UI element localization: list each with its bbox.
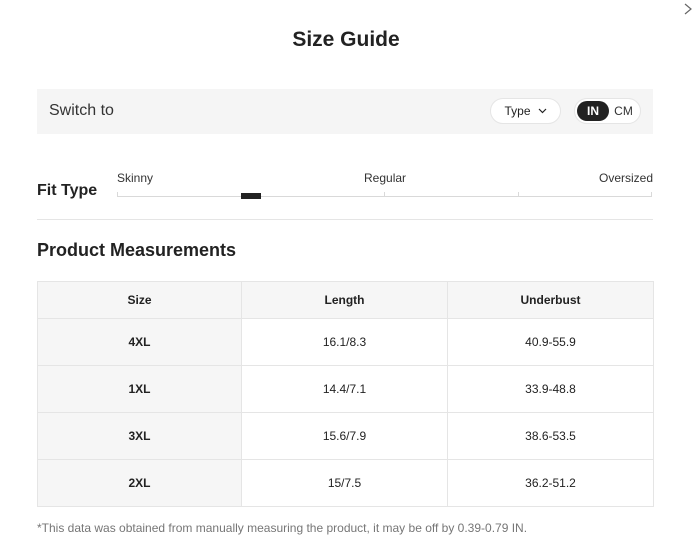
length-cell: 14.4/7.1 [241, 365, 448, 413]
length-cell: 15/7.5 [241, 459, 448, 507]
switch-to-label: Switch to [49, 102, 114, 119]
size-cell: 3XL [37, 412, 242, 460]
length-cell: 16.1/8.3 [241, 318, 448, 366]
unit-cm-button[interactable]: CM [609, 101, 638, 121]
unit-in-button[interactable]: IN [577, 101, 609, 121]
underbust-cell: 36.2-51.2 [447, 459, 654, 507]
close-button[interactable] [683, 2, 692, 16]
measurement-disclaimer: *This data was obtained from manually me… [37, 521, 528, 535]
column-header-length: Length [241, 281, 448, 319]
size-cell: 1XL [37, 365, 242, 413]
fit-scale-marker [241, 193, 261, 199]
table-row: 4XL 16.1/8.3 40.9-55.9 [37, 318, 654, 366]
underbust-cell: 33.9-48.8 [447, 365, 654, 413]
length-cell: 15.6/7.9 [241, 412, 448, 460]
column-header-underbust: Underbust [447, 281, 654, 319]
table-row: 1XL 14.4/7.1 33.9-48.8 [37, 365, 654, 413]
product-measurements-title: Product Measurements [37, 240, 237, 260]
fit-scale-tick [651, 192, 652, 197]
fit-option-oversized: Oversized [599, 171, 654, 185]
size-cell: 2XL [37, 459, 242, 507]
close-icon [684, 3, 692, 15]
underbust-cell: 38.6-53.5 [447, 412, 654, 460]
underbust-cell: 40.9-55.9 [447, 318, 654, 366]
fit-type-label: Fit Type [37, 182, 98, 199]
chevron-down-icon [538, 108, 546, 114]
column-header-size: Size [37, 281, 242, 319]
fit-scale-tick [518, 192, 519, 197]
measurements-table: Size Length Underbust 4XL 16.1/8.3 40.9-… [37, 281, 654, 507]
table-row: 3XL 15.6/7.9 38.6-53.5 [37, 412, 654, 460]
fit-scale-tick [117, 192, 118, 197]
section-divider [37, 219, 653, 220]
size-cell: 4XL [37, 318, 242, 366]
type-dropdown[interactable]: Type [490, 98, 561, 124]
page-title: Size Guide [292, 28, 400, 51]
type-dropdown-label: Type [504, 104, 531, 118]
unit-toggle: IN CM [574, 98, 641, 124]
fit-scale-tick [384, 192, 385, 197]
table-row: 2XL 15/7.5 36.2-51.2 [37, 459, 654, 507]
table-header-row: Size Length Underbust [37, 281, 654, 319]
fit-option-skinny: Skinny [117, 171, 154, 185]
fit-option-regular: Regular [364, 171, 407, 185]
unit-switch-bar: Switch to Type IN CM [37, 89, 653, 134]
